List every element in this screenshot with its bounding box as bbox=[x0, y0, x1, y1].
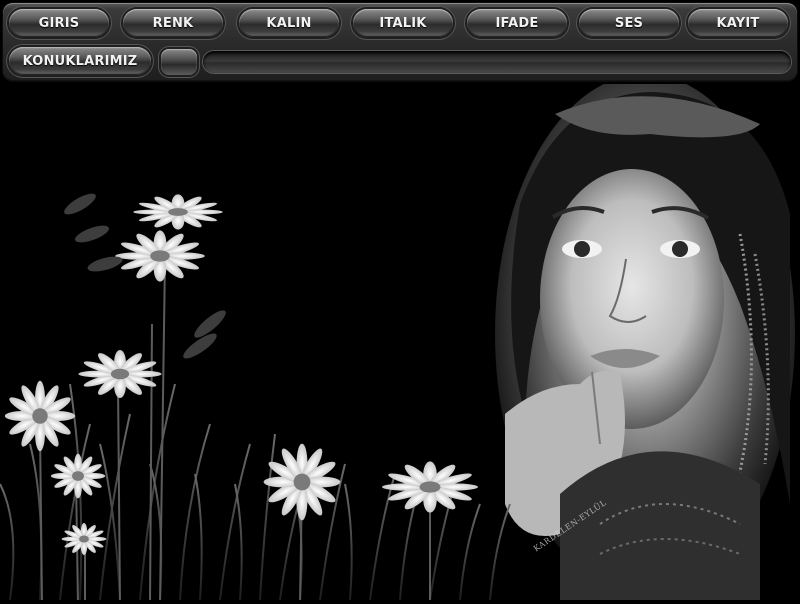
giris-button[interactable]: GIRIS bbox=[9, 9, 109, 37]
ifade-button[interactable]: IFADE bbox=[467, 9, 567, 37]
ses-button[interactable]: SES bbox=[579, 9, 679, 37]
renk-button-label: RENK bbox=[152, 15, 194, 31]
italik-button-label: ITALIK bbox=[379, 15, 427, 31]
kalin-button[interactable]: KALIN bbox=[239, 9, 339, 37]
ifade-button-label: IFADE bbox=[495, 15, 539, 31]
flower-stems bbox=[39, 258, 431, 604]
giris-button-label: GIRIS bbox=[38, 15, 80, 31]
blank-square-button[interactable] bbox=[161, 49, 197, 75]
progress-track[interactable] bbox=[203, 51, 791, 73]
italik-button[interactable]: ITALIK bbox=[353, 9, 453, 37]
scene-illustration bbox=[0, 74, 795, 604]
kayit-button-label: KAYIT bbox=[716, 15, 760, 31]
kayit-button[interactable]: KAYIT bbox=[688, 9, 788, 37]
renk-button[interactable]: RENK bbox=[123, 9, 223, 37]
ses-button-label: SES bbox=[614, 15, 644, 31]
konuklarimiz-button[interactable]: KONUKLARIMIZ bbox=[9, 47, 151, 75]
kalin-button-label: KALIN bbox=[266, 15, 312, 31]
scene-background: KARDELEN-EYLÜL bbox=[0, 74, 800, 604]
portrait bbox=[495, 74, 795, 600]
toolbar-panel: GIRIS RENK KALIN ITALIK IFADE SES KAYIT … bbox=[3, 3, 797, 81]
konuklarimiz-button-label: KONUKLARIMIZ bbox=[22, 53, 138, 69]
